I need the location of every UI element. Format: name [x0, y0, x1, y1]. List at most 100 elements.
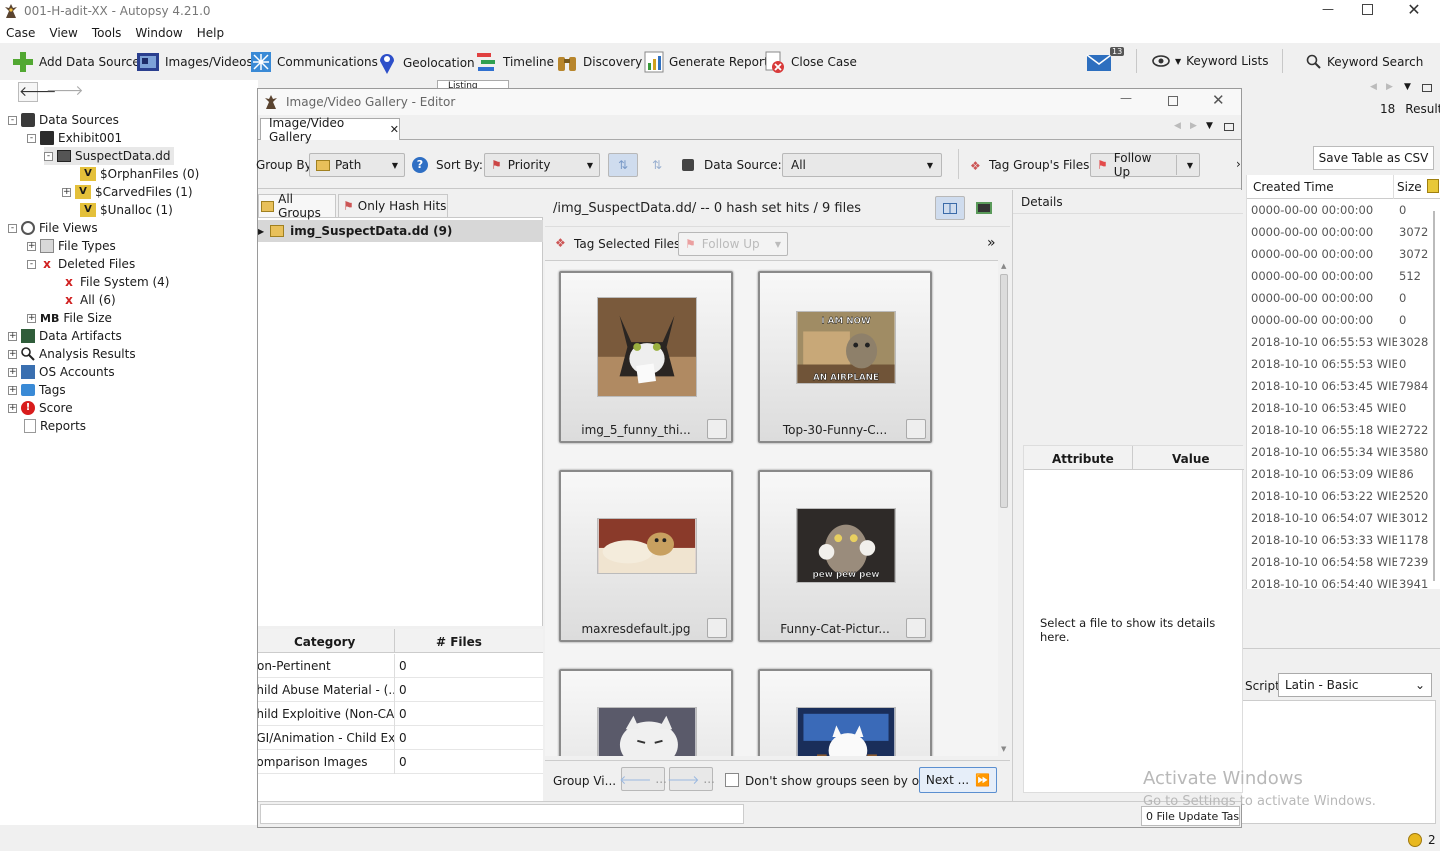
- nav-left-icon[interactable]: ◀: [1174, 121, 1181, 131]
- minimize-button[interactable]: —: [1318, 2, 1338, 20]
- tree-file-views[interactable]: - File Views: [8, 219, 98, 237]
- close-case-button[interactable]: Close Case: [764, 51, 857, 73]
- tree-os-accounts[interactable]: + OS Accounts: [8, 363, 115, 381]
- chevron-down-icon[interactable]: ▼: [1404, 82, 1411, 92]
- maximize-icon[interactable]: [1224, 123, 1234, 131]
- notification-indicator[interactable]: 2: [1408, 833, 1436, 847]
- previous-group-button[interactable]: 🡐...: [619, 767, 667, 791]
- table-row[interactable]: 2018-10-10 06:55:18 WIB 2722: [1247, 419, 1433, 441]
- timeline-button[interactable]: Timeline: [476, 51, 554, 73]
- column-chooser-icon[interactable]: [1427, 179, 1439, 193]
- tree-data-artifacts[interactable]: + Data Artifacts: [8, 327, 122, 345]
- script-select[interactable]: Latin - Basic ⌄: [1278, 673, 1432, 697]
- overflow-icon[interactable]: ›: [1236, 157, 1241, 171]
- next-group-button[interactable]: Next ... ⏩: [919, 767, 997, 793]
- tree-file-system[interactable]: x File System (4): [62, 273, 169, 291]
- discovery-button[interactable]: Discovery: [556, 51, 642, 73]
- col-files[interactable]: # Files: [436, 635, 482, 649]
- editor-close-button[interactable]: ✕: [1212, 91, 1225, 109]
- table-row[interactable]: 2018-10-10 06:53:33 WIB 1178: [1247, 529, 1433, 551]
- tag-thumbnail-icon[interactable]: [707, 419, 727, 439]
- close-window-button[interactable]: ✕: [1404, 0, 1424, 20]
- generate-report-button[interactable]: Generate Report: [644, 51, 769, 73]
- sort-descending-button[interactable]: ⇅: [642, 153, 672, 177]
- tree-suspect-data[interactable]: - SuspectData.dd: [44, 147, 175, 165]
- tree-unalloc[interactable]: V $Unalloc (1): [80, 201, 173, 219]
- next-group-small-button[interactable]: 🡒...: [667, 767, 715, 791]
- forward-button[interactable]: 🡒: [46, 82, 84, 102]
- results-scrollbar[interactable]: [1433, 211, 1435, 581]
- scroll-up-icon[interactable]: ▲: [1001, 262, 1006, 270]
- table-row[interactable]: 0000-00-00 00:00:00 0: [1247, 287, 1433, 309]
- tab-all-groups[interactable]: All Groups: [258, 192, 336, 220]
- category-row[interactable]: Comparison Images 0: [258, 749, 543, 774]
- images-videos-button[interactable]: Images/Videos: [136, 51, 253, 73]
- maximize-icon[interactable]: [1422, 84, 1432, 92]
- table-row[interactable]: 0000-00-00 00:00:00 0: [1247, 199, 1433, 221]
- thumbnail-tile[interactable]: maxresdefault.jpg: [559, 470, 733, 642]
- mail-button[interactable]: 13: [1086, 47, 1126, 75]
- geolocation-button[interactable]: Geolocation: [378, 51, 475, 75]
- thumbnail-tile[interactable]: I AM NOW AN AIRPLANE Top-30-Funny-C...: [758, 271, 932, 443]
- tree-deleted-files[interactable]: - x Deleted Files: [27, 255, 135, 273]
- menu-tools[interactable]: Tools: [92, 26, 122, 40]
- sort-ascending-button[interactable]: ⇅: [608, 153, 638, 177]
- chevron-down-icon[interactable]: ▼: [1206, 121, 1213, 131]
- save-csv-button[interactable]: Save Table as CSV: [1313, 146, 1434, 170]
- category-row[interactable]: CGI/Animation - Child Ex... 0: [258, 725, 543, 750]
- tree-all-deleted[interactable]: x All (6): [62, 291, 116, 309]
- add-data-source-button[interactable]: Add Data Source: [12, 51, 140, 73]
- table-row[interactable]: 2018-10-10 06:55:34 WIB 3580: [1247, 441, 1433, 463]
- dont-show-checkbox[interactable]: [725, 773, 739, 787]
- keyword-lists-button[interactable]: ▼ Keyword Lists: [1152, 54, 1268, 68]
- grid-view-button[interactable]: [935, 196, 965, 220]
- table-row[interactable]: 2018-10-10 06:54:07 WIB 3012: [1247, 507, 1433, 529]
- tab-image-gallery[interactable]: Image/Video Gallery ✕: [260, 116, 400, 144]
- menu-view[interactable]: View: [49, 26, 77, 40]
- slideshow-view-button[interactable]: [969, 196, 999, 220]
- scroll-down-icon[interactable]: ▼: [1001, 745, 1006, 753]
- tag-selected-follow-up-button[interactable]: ⚑ Follow Up ▼: [678, 232, 788, 256]
- menu-window[interactable]: Window: [135, 26, 182, 40]
- col-category[interactable]: Category: [294, 635, 355, 649]
- editor-minimize-button[interactable]: —: [1120, 91, 1132, 105]
- data-source-select[interactable]: All ▼: [782, 153, 942, 177]
- table-row[interactable]: 0000-00-00 00:00:00 3072: [1247, 221, 1433, 243]
- table-row[interactable]: 2018-10-10 06:54:40 WIB 3941: [1247, 573, 1433, 595]
- table-row[interactable]: 2018-10-10 06:55:53 WIB 3028: [1247, 331, 1433, 353]
- back-button[interactable]: 🡐: [18, 82, 57, 102]
- tag-thumbnail-icon[interactable]: [906, 419, 926, 439]
- table-row[interactable]: 2018-10-10 06:53:22 WIB 2520: [1247, 485, 1433, 507]
- col-attribute[interactable]: Attribute: [1052, 452, 1114, 466]
- table-row[interactable]: 2018-10-10 06:54:58 WIB 7239: [1247, 551, 1433, 573]
- tree-tags[interactable]: + Tags: [8, 381, 66, 399]
- group-by-select[interactable]: Path ▼: [309, 153, 405, 177]
- table-row[interactable]: 2018-10-10 06:55:53 WIB 0: [1247, 353, 1433, 375]
- keyword-search-button[interactable]: Keyword Search: [1306, 54, 1423, 70]
- sort-by-select[interactable]: ⚑ Priority ▼: [484, 153, 600, 177]
- thumbnail-tile[interactable]: pew pew pew Funny-Cat-Pictur...: [758, 470, 932, 642]
- thumbnail-tile[interactable]: [758, 669, 932, 756]
- restore-button[interactable]: [1362, 4, 1373, 15]
- tag-group-follow-up-button[interactable]: ⚑ Follow Up ▼: [1090, 151, 1200, 179]
- col-value[interactable]: Value: [1172, 452, 1210, 466]
- tree-data-sources[interactable]: - Data Sources: [8, 111, 119, 129]
- nav-left-icon[interactable]: ◀: [1370, 82, 1377, 92]
- category-row[interactable]: Child Exploitive (Non-CA... 0: [258, 701, 543, 726]
- tree-reports[interactable]: Reports: [24, 417, 86, 435]
- menu-help[interactable]: Help: [197, 26, 224, 40]
- col-created-time[interactable]: Created Time: [1253, 180, 1334, 194]
- table-row[interactable]: 0000-00-00 00:00:00 3072: [1247, 243, 1433, 265]
- tree-exhibit[interactable]: - Exhibit001: [27, 129, 122, 147]
- thumbnail-tile[interactable]: [559, 669, 733, 756]
- tree-file-size[interactable]: + MB File Size: [27, 309, 112, 327]
- tree-file-types[interactable]: + File Types: [27, 237, 116, 255]
- expand-toolbar-icon[interactable]: »: [987, 235, 996, 251]
- editor-maximize-button[interactable]: [1168, 96, 1178, 106]
- category-row[interactable]: Child Abuse Material - (... 0: [258, 677, 543, 702]
- col-size[interactable]: Size: [1397, 180, 1422, 194]
- table-row[interactable]: 2018-10-10 06:53:45 WIB 7984: [1247, 375, 1433, 397]
- menu-case[interactable]: Case: [6, 26, 35, 40]
- tag-thumbnail-icon[interactable]: [707, 618, 727, 638]
- help-icon[interactable]: ?: [412, 157, 428, 173]
